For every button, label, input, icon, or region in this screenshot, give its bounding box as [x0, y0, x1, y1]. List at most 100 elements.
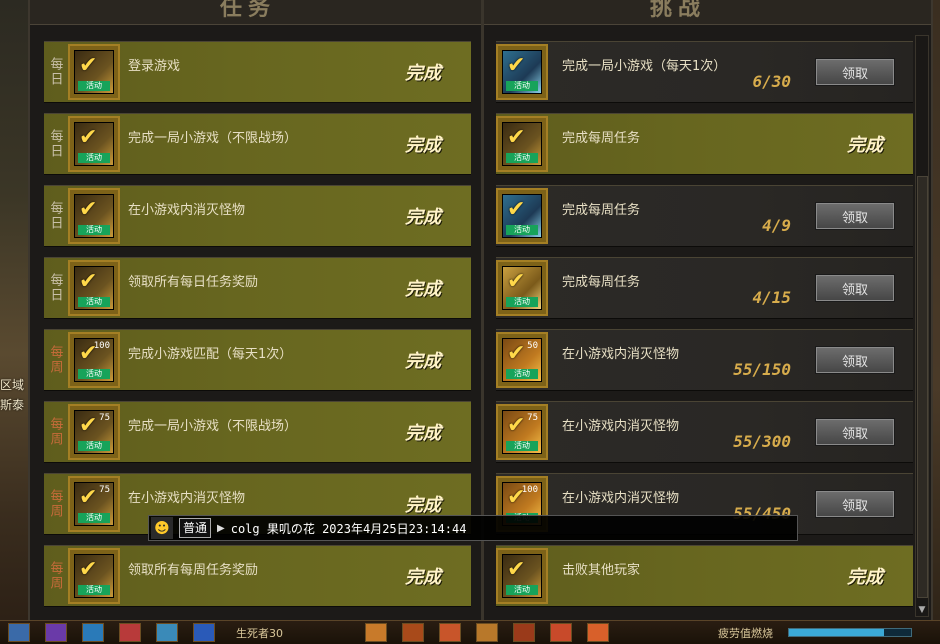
- progress-count: 55/300: [733, 432, 791, 451]
- challenge-name: 完成每周任务: [562, 275, 641, 290]
- status-complete: 完成: [405, 279, 441, 300]
- quest-name: 在小游戏内消灭怪物: [128, 203, 246, 218]
- background-scenery-left: [0, 0, 30, 643]
- checkmark-icon: ✔: [79, 197, 98, 222]
- chat-channel-badge[interactable]: 普通: [179, 518, 212, 538]
- quest-icon-frame[interactable]: ✔ 75 活动: [68, 404, 120, 460]
- quest-row[interactable]: 每日 ✔ 活动 登录游戏 完成: [44, 41, 471, 103]
- skill-slot[interactable]: [550, 623, 572, 642]
- quest-icon-frame[interactable]: ✔ 75 活动: [68, 476, 120, 532]
- claim-button[interactable]: 领取: [815, 274, 895, 302]
- claim-button[interactable]: 领取: [815, 418, 895, 446]
- quest-icon-frame[interactable]: ✔ 活动: [496, 548, 548, 604]
- challenge-name: 完成每周任务: [562, 131, 641, 146]
- quest-icon-frame[interactable]: ✔ 50 活动: [496, 332, 548, 388]
- progress-count: 4/15: [752, 288, 791, 307]
- quest-scroll-icon: ✔ 活动: [502, 122, 542, 166]
- treasure-chest-icon: ✔ 活动: [502, 266, 542, 310]
- skill-slot[interactable]: [119, 623, 141, 642]
- checkmark-icon: ✔: [507, 269, 526, 294]
- status-complete: 完成: [405, 207, 441, 228]
- quest-icon-frame[interactable]: ✔ 活动: [496, 260, 548, 316]
- icon-count: 50: [527, 341, 538, 351]
- status-complete: 完成: [405, 495, 441, 516]
- checkmark-icon: ✔: [507, 341, 526, 366]
- skill-slot[interactable]: [439, 623, 461, 642]
- quest-row[interactable]: 每周 ✔ 100 活动 完成小游戏匹配（每天1次） 完成: [44, 329, 471, 391]
- claim-button[interactable]: 领取: [815, 58, 895, 86]
- scroll-thumb[interactable]: [917, 176, 928, 598]
- quest-name: 领取所有每周任务奖励: [128, 563, 259, 578]
- skill-slot[interactable]: [45, 623, 67, 642]
- skill-slot[interactable]: [402, 623, 424, 642]
- quest-row[interactable]: 每周 ✔ 活动 领取所有每周任务奖励 完成: [44, 545, 471, 607]
- quest-name: 完成一局小游戏（不限战场）: [128, 131, 298, 146]
- quest-row[interactable]: 每日 ✔ 活动 在小游戏内消灭怪物 完成: [44, 185, 471, 247]
- skill-bar: 生死者30 疲劳值燃烧: [0, 620, 940, 644]
- challenge-row[interactable]: ✔ 75 活动 在小游戏内消灭怪物 55/300 领取: [496, 401, 913, 463]
- quest-row[interactable]: 每日 ✔ 活动 领取所有每日任务奖励 完成: [44, 257, 471, 319]
- quest-row[interactable]: 每日 ✔ 活动 完成一局小游戏（不限战场） 完成: [44, 113, 471, 175]
- skill-slot[interactable]: [587, 623, 609, 642]
- icon-tag: 活动: [78, 225, 110, 235]
- fatigue-label: 疲劳值燃烧: [718, 627, 773, 640]
- quest-scroll-icon: ✔ 活动: [74, 266, 114, 310]
- quest-icon-frame[interactable]: ✔100活动: [68, 332, 120, 388]
- scrollbar[interactable]: ▼: [915, 35, 929, 617]
- challenge-name: 完成每周任务: [562, 203, 641, 218]
- quest-scroll-icon: ✔ 75 活动: [74, 410, 114, 454]
- quest-icon-frame[interactable]: ✔ 75 活动: [496, 404, 548, 460]
- right-column-title: 挑战: [650, 0, 707, 21]
- quest-icon-frame[interactable]: ✔ 活动: [68, 548, 120, 604]
- emoticon-icon[interactable]: ☻: [151, 517, 173, 539]
- quest-icon-frame[interactable]: ✔ 活动: [68, 260, 120, 316]
- quest-icon-frame[interactable]: ✔ 活动: [68, 44, 120, 100]
- skill-slot[interactable]: [476, 623, 498, 642]
- quest-icon-frame[interactable]: ✔ 活动: [496, 116, 548, 172]
- gold-coin-icon: ✔ 50 活动: [502, 338, 542, 382]
- skill-slot[interactable]: [513, 623, 535, 642]
- crystal-sword-icon: ✔ 活动: [502, 50, 542, 94]
- quest-row[interactable]: 每周 ✔ 75 活动 完成一局小游戏（不限战场） 完成: [44, 401, 471, 463]
- claim-button[interactable]: 领取: [815, 490, 895, 518]
- challenge-row[interactable]: ✔ 活动 完成每周任务 4/15 领取: [496, 257, 913, 319]
- icon-count: 100: [521, 485, 538, 495]
- status-complete: 完成: [405, 351, 441, 372]
- left-column-title: 任务: [220, 0, 277, 21]
- period-label: 每日: [47, 57, 63, 87]
- status-complete: 完成: [847, 135, 883, 156]
- challenge-row[interactable]: ✔ 活动 完成一局小游戏（每天1次） 6/30 领取: [496, 41, 913, 103]
- claim-button[interactable]: 领取: [815, 346, 895, 374]
- quest-icon-frame[interactable]: ✔ 活动: [496, 44, 548, 100]
- checkmark-icon: ✔: [79, 413, 98, 438]
- challenge-row[interactable]: ✔ 活动 完成每周任务 4/9 领取: [496, 185, 913, 247]
- icon-count: 100: [93, 341, 110, 351]
- challenge-name: 击败其他玩家: [562, 563, 641, 578]
- challenge-row[interactable]: ✔ 活动 击败其他玩家 完成: [496, 545, 913, 607]
- fatigue-fill: [789, 629, 885, 636]
- skill-slot[interactable]: [8, 623, 30, 642]
- challenge-row[interactable]: ✔ 活动 完成每周任务 完成: [496, 113, 913, 175]
- skill-slot[interactable]: [156, 623, 178, 642]
- icon-tag: 活动: [78, 369, 110, 379]
- skill-slot[interactable]: [82, 623, 104, 642]
- quest-icon-frame[interactable]: ✔ 活动: [496, 188, 548, 244]
- challenge-row[interactable]: ✔ 50 活动 在小游戏内消灭怪物 55/150 领取: [496, 329, 913, 391]
- scroll-down-icon[interactable]: ▼: [916, 604, 928, 616]
- challenge-name: 在小游戏内消灭怪物: [562, 419, 680, 434]
- checkmark-icon: ✔: [507, 125, 526, 150]
- icon-tag: 活动: [506, 225, 538, 235]
- claim-button[interactable]: 领取: [815, 202, 895, 230]
- icon-tag: 活动: [78, 441, 110, 451]
- checkmark-icon: ✔: [79, 557, 98, 582]
- quest-name: 登录游戏: [128, 59, 181, 74]
- skill-slot[interactable]: [365, 623, 387, 642]
- chat-message-bar: ☻ 普通 ▶ colg 果叽の花 2023年4月25日23:14:44: [148, 515, 798, 541]
- icon-tag: 活动: [78, 513, 110, 523]
- skill-slot[interactable]: [193, 623, 215, 642]
- quest-icon-frame[interactable]: ✔ 活动: [68, 188, 120, 244]
- status-complete: 完成: [405, 135, 441, 156]
- status-complete: 完成: [405, 567, 441, 588]
- quest-icon-frame[interactable]: ✔ 活动: [68, 116, 120, 172]
- icon-tag: 活动: [78, 81, 110, 91]
